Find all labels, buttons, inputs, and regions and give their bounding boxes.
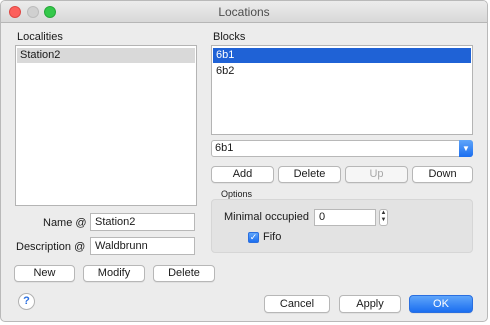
name-label: Name @ (43, 217, 87, 229)
chevron-down-icon[interactable]: ▼ (459, 140, 473, 157)
name-field[interactable]: Station2 (90, 213, 195, 231)
window-title: Locations (218, 5, 270, 19)
block-item[interactable]: 6b1 (213, 48, 471, 63)
help-button[interactable]: ? (18, 293, 35, 310)
localities-list[interactable]: Station2 (15, 45, 197, 206)
block-select-value: 6b1 (215, 142, 234, 154)
block-select[interactable]: 6b1 ▼ (211, 140, 473, 157)
description-field[interactable]: Waldbrunn (90, 237, 195, 255)
block-item[interactable]: 6b2 (213, 64, 471, 79)
blocks-list[interactable]: 6b1 6b2 (211, 45, 473, 135)
fifo-label: Fifo (263, 231, 282, 243)
minimal-occupied-input[interactable]: 0 (314, 209, 376, 226)
title-bar: Locations (1, 1, 487, 23)
modify-locality-button[interactable]: Modify (83, 265, 145, 282)
localities-label: Localities (17, 31, 63, 43)
delete-block-button[interactable]: Delete (278, 166, 341, 183)
delete-locality-button[interactable]: Delete (153, 265, 215, 282)
up-button[interactable]: Up (345, 166, 408, 183)
minimal-occupied-label: Minimal occupied (224, 211, 309, 223)
options-group: Minimal occupied 0 ▲ ▼ ✓ Fifo (211, 199, 473, 253)
fifo-checkbox[interactable]: ✓ (248, 232, 259, 243)
options-label: Options (221, 189, 253, 199)
cancel-button[interactable]: Cancel (264, 295, 330, 313)
apply-button[interactable]: Apply (339, 295, 401, 313)
down-button[interactable]: Down (412, 166, 473, 183)
description-label: Description @ (16, 241, 86, 253)
ok-button[interactable]: OK (409, 295, 473, 313)
locations-dialog: Locations Localities Station2 Blocks 6b1… (0, 0, 488, 322)
add-block-button[interactable]: Add (211, 166, 274, 183)
locality-item[interactable]: Station2 (17, 48, 195, 63)
minimal-occupied-stepper[interactable]: ▲ ▼ (379, 209, 388, 226)
new-locality-button[interactable]: New (14, 265, 75, 282)
blocks-label: Blocks (213, 31, 246, 43)
